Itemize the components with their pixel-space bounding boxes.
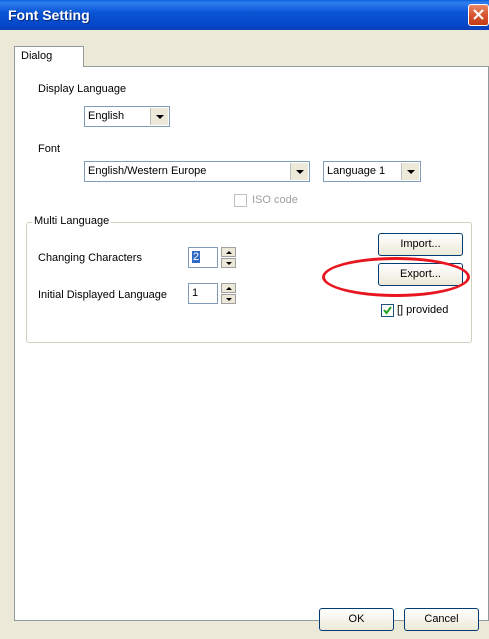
export-button-label: Export... xyxy=(400,268,441,280)
title-bar[interactable]: Font Setting xyxy=(0,0,489,30)
changing-characters-input[interactable]: 2 xyxy=(188,247,218,268)
font-value: English/Western Europe xyxy=(88,165,207,177)
font-label: Font xyxy=(38,143,61,155)
provided-checkbox[interactable] xyxy=(381,304,394,317)
import-button[interactable]: Import... xyxy=(378,233,463,256)
initial-displayed-language-spinner[interactable] xyxy=(221,283,236,304)
chevron-down-icon[interactable] xyxy=(401,163,419,180)
checkmark-icon xyxy=(383,306,392,315)
initial-displayed-language-label: Initial Displayed Language xyxy=(38,289,168,301)
dialog-client-area: Dialog Display Language English Font Eng… xyxy=(4,30,489,639)
font-select[interactable]: English/Western Europe xyxy=(84,161,310,182)
provided-label: [] provided xyxy=(397,304,449,316)
changing-characters-label: Changing Characters xyxy=(38,252,142,264)
close-button[interactable] xyxy=(468,4,489,26)
spin-up-icon[interactable] xyxy=(221,283,236,293)
initial-displayed-language-value: 1 xyxy=(192,287,199,299)
changing-characters-value: 2 xyxy=(192,251,201,263)
display-language-label: Display Language xyxy=(38,83,127,95)
multi-language-title: Multi Language xyxy=(32,215,112,227)
tab-dialog[interactable]: Dialog xyxy=(14,46,84,67)
display-language-value: English xyxy=(88,110,125,122)
chevron-down-icon[interactable] xyxy=(290,163,308,180)
display-language-select[interactable]: English xyxy=(84,106,170,127)
spin-down-icon[interactable] xyxy=(221,294,236,304)
spin-down-icon[interactable] xyxy=(221,258,236,268)
cancel-button[interactable]: Cancel xyxy=(404,608,479,631)
ok-button[interactable]: OK xyxy=(319,608,394,631)
close-icon xyxy=(473,9,484,20)
language-select[interactable]: Language 1 xyxy=(323,161,421,182)
iso-code-checkbox[interactable] xyxy=(234,194,247,207)
import-button-label: Import... xyxy=(400,238,441,250)
export-button[interactable]: Export... xyxy=(378,263,463,286)
font-setting-dialog: Font Setting Dialog Display Language Eng… xyxy=(0,0,489,639)
spin-up-icon[interactable] xyxy=(221,247,236,257)
tab-dialog-label: Dialog xyxy=(21,50,53,62)
cancel-button-label: Cancel xyxy=(424,613,459,625)
window-title: Font Setting xyxy=(8,7,90,23)
tab-panel xyxy=(14,66,489,621)
changing-characters-spinner[interactable] xyxy=(221,247,236,268)
chevron-down-icon[interactable] xyxy=(150,108,168,125)
ok-button-label: OK xyxy=(348,613,365,625)
initial-displayed-language-input[interactable]: 1 xyxy=(188,283,218,304)
iso-code-label: ISO code xyxy=(252,194,298,206)
language-value: Language 1 xyxy=(327,165,386,177)
